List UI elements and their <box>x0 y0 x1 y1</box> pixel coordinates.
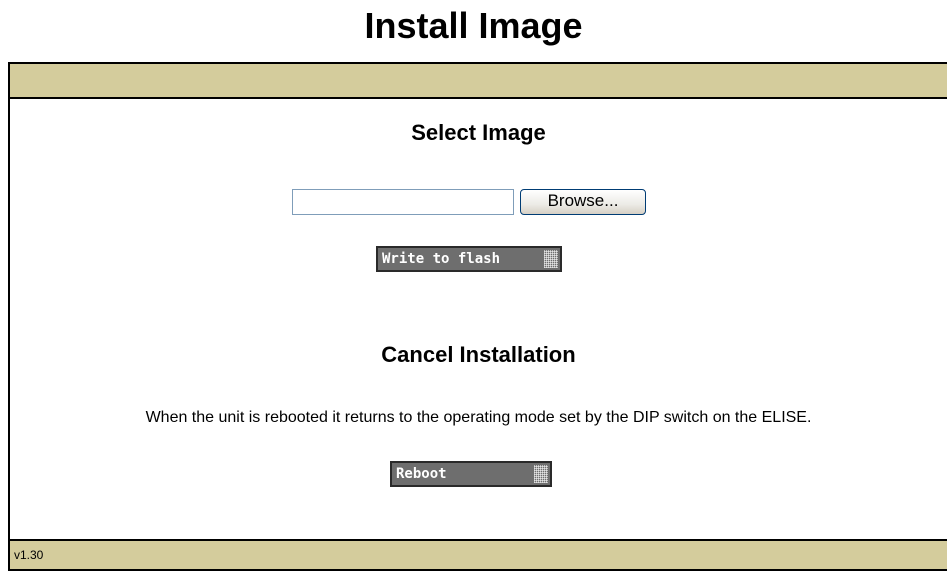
cancel-installation-heading: Cancel Installation <box>381 342 576 367</box>
reboot-button[interactable]: Reboot <box>390 461 552 487</box>
install-image-page: Install Image Select Image Browse... Wri… <box>0 0 947 571</box>
file-path-input[interactable] <box>292 189 514 215</box>
write-to-flash-button[interactable]: Write to flash <box>376 246 562 272</box>
write-to-flash-label: Write to flash <box>382 251 501 267</box>
reboot-label: Reboot <box>396 466 447 482</box>
version-label: v1.30 <box>14 548 44 562</box>
page-title: Install Image <box>364 5 583 46</box>
content-frame: Select Image Browse... Write to flash Ca… <box>8 62 947 571</box>
browse-button[interactable]: Browse... <box>520 189 646 215</box>
cancel-description: When the unit is rebooted it returns to … <box>145 409 812 426</box>
grip-texture-icon <box>544 250 558 268</box>
footer-bar: v1.30 <box>10 539 947 569</box>
grip-texture-icon <box>534 465 548 483</box>
file-picker: Browse... <box>292 188 646 216</box>
top-bar <box>10 64 947 99</box>
select-image-heading: Select Image <box>411 120 546 145</box>
